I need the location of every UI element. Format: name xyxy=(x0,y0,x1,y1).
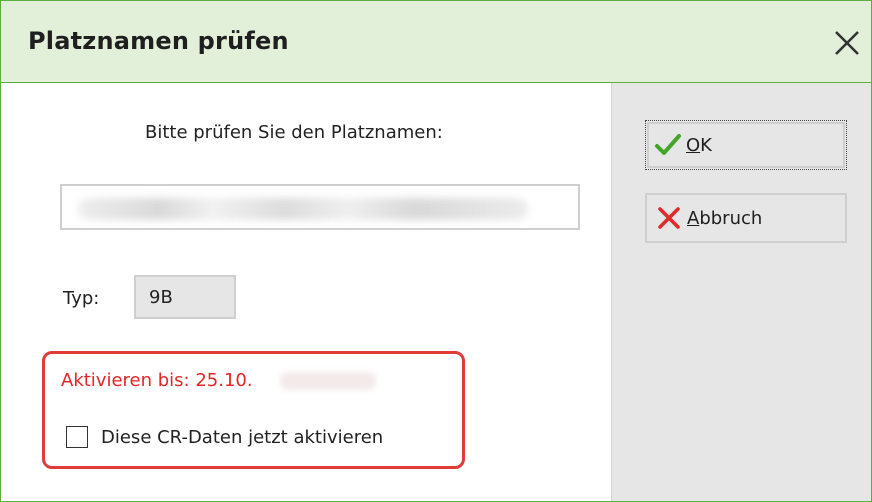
type-label: Typ: xyxy=(63,288,100,309)
close-button[interactable] xyxy=(827,23,867,63)
type-value: 9B xyxy=(149,287,173,308)
activation-date-text: Aktivieren bis: 25.10. xyxy=(61,370,253,391)
x-icon xyxy=(658,207,680,229)
checkmark-icon xyxy=(655,134,681,155)
prompt-label: Bitte prüfen Sie den Platznamen: xyxy=(145,122,443,143)
ok-button[interactable]: OK xyxy=(645,120,847,170)
ok-button-label: OK xyxy=(686,134,712,156)
activate-checkbox[interactable] xyxy=(66,426,88,448)
dialog-title: Platznamen prüfen xyxy=(28,27,289,55)
close-icon xyxy=(835,31,859,55)
activate-checkbox-label[interactable]: Diese CR-Daten jetzt aktivieren xyxy=(101,427,383,448)
redacted-text xyxy=(78,198,528,220)
type-field: 9B xyxy=(134,275,236,319)
cancel-button-label: Abbruch xyxy=(687,207,763,229)
place-name-input[interactable] xyxy=(60,184,580,230)
activate-checkbox-row[interactable]: Diese CR-Daten jetzt aktivieren xyxy=(66,424,383,450)
redacted-year xyxy=(280,372,376,390)
title-bar: Platznamen prüfen xyxy=(1,1,871,83)
cancel-button[interactable]: Abbruch xyxy=(645,193,847,243)
highlight-frame xyxy=(42,351,465,469)
